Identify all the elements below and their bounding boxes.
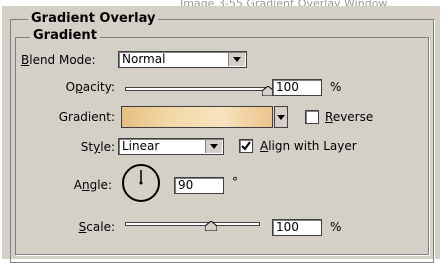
angle-needle-icon xyxy=(139,170,143,185)
angle-dial[interactable] xyxy=(122,164,160,202)
align-with-layer-checkbox[interactable] xyxy=(239,139,253,153)
opacity-slider-track[interactable] xyxy=(125,87,268,91)
panel-title: Gradient Overlay xyxy=(28,11,159,27)
section-title: Gradient xyxy=(30,28,100,44)
style-select[interactable]: Linear xyxy=(118,138,224,155)
blend-mode-select[interactable]: Normal xyxy=(118,51,247,68)
angle-input[interactable]: 90 xyxy=(174,177,224,194)
opacity-unit: % xyxy=(330,80,342,94)
gradient-label: Gradient: xyxy=(58,110,115,124)
checkmark-icon xyxy=(241,141,251,151)
scale-unit: % xyxy=(330,220,342,234)
scale-input[interactable]: 100 xyxy=(272,219,322,236)
opacity-input[interactable]: 100 xyxy=(272,79,322,96)
angle-unit: ° xyxy=(232,175,238,189)
chevron-down-icon xyxy=(205,140,222,153)
gradient-picker-button[interactable] xyxy=(274,106,288,128)
scale-label: Scale: xyxy=(78,220,115,234)
angle-label: Angle: xyxy=(73,178,112,192)
opacity-label: Opacity: xyxy=(65,80,115,94)
reverse-label: Reverse xyxy=(325,110,374,124)
reverse-checkbox[interactable] xyxy=(305,110,319,124)
style-value: Linear xyxy=(122,139,160,153)
style-label: Style: xyxy=(80,140,115,154)
blend-mode-label-text: lend Mode: xyxy=(29,53,96,67)
gradient-overlay-panel: Gradient Overlay Gradient Blend Mode: No… xyxy=(2,6,440,263)
blend-mode-value: Normal xyxy=(122,52,166,66)
scale-slider-thumb[interactable] xyxy=(205,221,217,231)
blend-mode-label: Blend Mode: xyxy=(21,53,96,67)
scale-slider-track[interactable] xyxy=(125,222,260,226)
chevron-down-icon xyxy=(277,114,285,120)
chevron-down-icon xyxy=(228,53,245,66)
align-with-layer-label: Align with Layer xyxy=(260,139,357,153)
gradient-swatch[interactable] xyxy=(121,106,273,128)
